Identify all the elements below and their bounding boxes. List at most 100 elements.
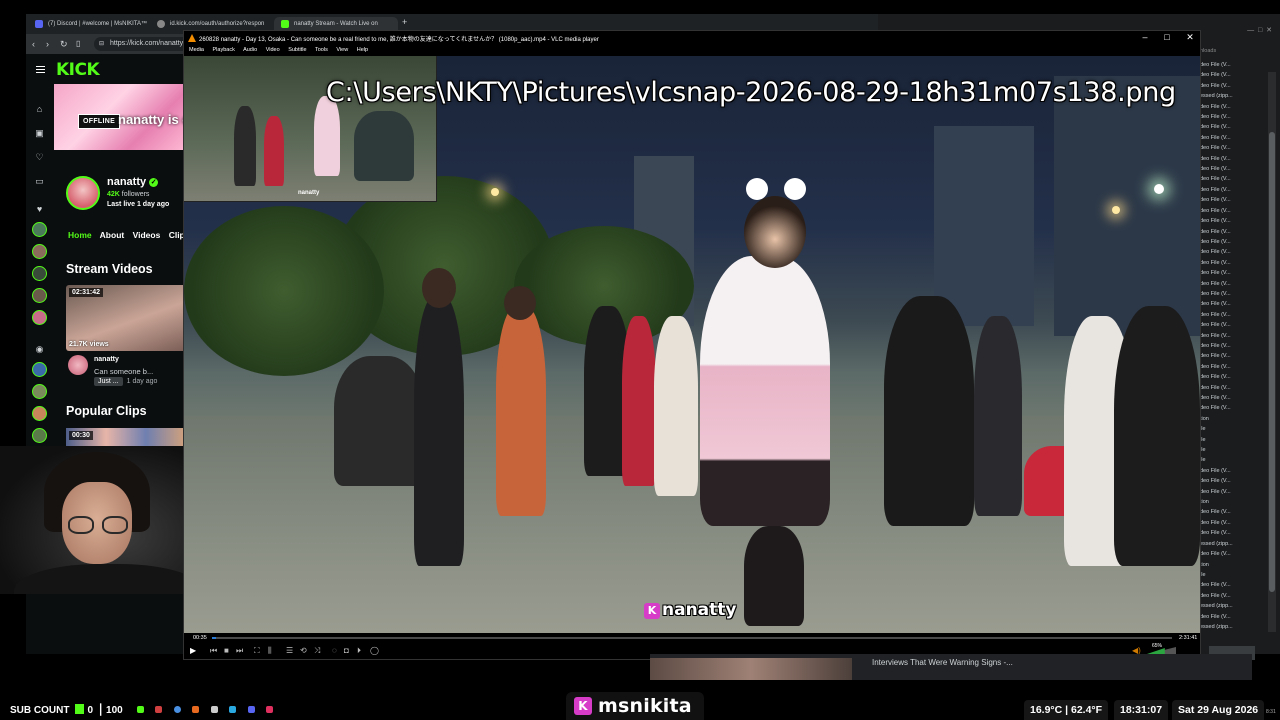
stop-icon[interactable]: ■ xyxy=(224,646,229,656)
video-frame[interactable]: nanatty C:\Users\NKTY\Pictures\vlcsnap-2… xyxy=(184,56,1200,633)
ab-loop-icon[interactable]: ◌ xyxy=(332,646,337,656)
tab-about[interactable]: About xyxy=(100,230,125,240)
file-type-item[interactable]: deo File (V... xyxy=(1200,612,1260,622)
home-icon[interactable]: ⌂ xyxy=(34,104,45,115)
file-type-item[interactable]: deo File (V... xyxy=(1200,133,1260,143)
file-type-item[interactable]: deo File (V... xyxy=(1200,81,1260,91)
menu-audio[interactable]: Audio xyxy=(243,47,257,53)
video-channel[interactable]: nanatty xyxy=(94,356,119,363)
tab-discord[interactable]: (7) Discord | #welcome | MsNIKITA™ xyxy=(28,17,148,31)
file-type-item[interactable]: deo File (V... xyxy=(1200,476,1260,486)
file-type-item[interactable]: deo File (V... xyxy=(1200,164,1260,174)
file-type-item[interactable]: deo File (V... xyxy=(1200,70,1260,80)
file-type-item[interactable]: deo File (V... xyxy=(1200,279,1260,289)
store-icon[interactable]: ▭ xyxy=(34,176,45,187)
file-type-item[interactable]: deo File (V... xyxy=(1200,206,1260,216)
file-type-item[interactable]: deo File (V... xyxy=(1200,60,1260,70)
file-type-item[interactable]: ile xyxy=(1200,570,1260,580)
file-type-item[interactable]: deo File (V... xyxy=(1200,258,1260,268)
tab-home[interactable]: Home xyxy=(68,230,92,240)
recommended-channel-avatar[interactable] xyxy=(32,428,47,443)
file-type-item[interactable]: deo File (V... xyxy=(1200,310,1260,320)
recommended-channel-avatar[interactable] xyxy=(32,362,47,377)
file-type-item[interactable]: deo File (V... xyxy=(1200,289,1260,299)
file-type-item[interactable]: deo File (V... xyxy=(1200,580,1260,590)
file-type-item[interactable]: essed (zipp... xyxy=(1200,622,1260,632)
tab-kick-nanatty[interactable]: nanatty Stream - Watch Live on xyxy=(274,17,398,31)
taskbar-app-icon[interactable] xyxy=(174,706,181,713)
file-type-item[interactable]: deo File (V... xyxy=(1200,174,1260,184)
file-type-item[interactable]: deo File (V... xyxy=(1200,351,1260,361)
seek-track[interactable] xyxy=(212,637,1172,639)
file-type-item[interactable]: essed (zipp... xyxy=(1200,91,1260,101)
menu-icon[interactable] xyxy=(36,66,45,73)
file-type-item[interactable]: deo File (V... xyxy=(1200,143,1260,153)
file-type-item[interactable]: deo File (V... xyxy=(1200,122,1260,132)
previous-icon[interactable]: ⏮ xyxy=(210,646,217,656)
file-type-item[interactable]: deo File (V... xyxy=(1200,102,1260,112)
file-type-item[interactable]: deo File (V... xyxy=(1200,299,1260,309)
followed-channel-avatar[interactable] xyxy=(32,266,47,281)
taskbar-app-icon[interactable] xyxy=(192,706,199,713)
forward-icon[interactable]: › xyxy=(46,39,49,49)
file-type-item[interactable]: deo File (V... xyxy=(1200,487,1260,497)
video-title[interactable]: Can someone b... xyxy=(94,367,153,376)
file-type-item[interactable]: deo File (V... xyxy=(1200,518,1260,528)
browse-icon[interactable]: ▣ xyxy=(34,128,45,139)
file-type-item[interactable]: deo File (V... xyxy=(1200,362,1260,372)
file-type-item[interactable]: deo File (V... xyxy=(1200,112,1260,122)
file-type-item[interactable]: ile xyxy=(1200,445,1260,455)
file-type-item[interactable]: deo File (V... xyxy=(1200,154,1260,164)
taskbar-app-icon[interactable] xyxy=(211,706,218,713)
file-type-item[interactable]: tion xyxy=(1200,414,1260,424)
taskbar-app-icon[interactable] xyxy=(155,706,162,713)
file-type-item[interactable]: deo File (V... xyxy=(1200,227,1260,237)
menu-help[interactable]: Help xyxy=(357,47,368,53)
bookmark-icon[interactable]: ▯ xyxy=(76,39,80,49)
file-type-item[interactable]: deo File (V... xyxy=(1200,591,1260,601)
file-type-item[interactable]: ile xyxy=(1200,455,1260,465)
loop-icon[interactable]: ⟲ xyxy=(300,646,307,656)
fullscreen-icon[interactable]: ⛶ xyxy=(254,646,260,656)
maximize-icon[interactable]: □ xyxy=(1160,32,1174,42)
menu-tools[interactable]: Tools xyxy=(315,47,328,53)
file-type-item[interactable]: ile xyxy=(1200,424,1260,434)
tab-videos[interactable]: Videos xyxy=(133,230,161,240)
file-type-item[interactable]: deo File (V... xyxy=(1200,195,1260,205)
window-controls[interactable]: — □ ✕ xyxy=(1247,26,1272,34)
file-type-item[interactable]: deo File (V... xyxy=(1200,528,1260,538)
frame-step-icon[interactable]: ⏵ xyxy=(357,646,361,656)
file-type-item[interactable]: deo File (V... xyxy=(1200,247,1260,257)
followed-channel-avatar[interactable] xyxy=(32,310,47,325)
menu-video[interactable]: Video xyxy=(266,47,280,53)
scroll-thumb[interactable] xyxy=(1269,132,1275,592)
record-icon[interactable]: ◯ xyxy=(370,646,379,656)
file-type-item[interactable]: deo File (V... xyxy=(1200,216,1260,226)
recommended-video-title[interactable]: Interviews That Were Warning Signs -... xyxy=(872,658,1013,667)
playlist-icon[interactable]: ☰ xyxy=(286,646,293,656)
video-thumbnail[interactable]: 02:31:42 21.7K views xyxy=(66,285,186,351)
explorer-scrollbar[interactable] xyxy=(1268,72,1276,632)
menu-media[interactable]: Media xyxy=(189,47,204,53)
kick-logo[interactable]: KICK xyxy=(56,60,100,80)
play-icon[interactable]: ▶ xyxy=(190,646,196,656)
file-type-item[interactable]: essed (zipp... xyxy=(1200,601,1260,611)
file-type-item[interactable]: tion xyxy=(1200,560,1260,570)
video-thumbnail[interactable] xyxy=(650,658,852,680)
recommended-channel-avatar[interactable] xyxy=(32,406,47,421)
video-channel-avatar[interactable] xyxy=(68,355,88,375)
file-type-item[interactable]: deo File (V... xyxy=(1200,185,1260,195)
file-type-item[interactable]: deo File (V... xyxy=(1200,403,1260,413)
following-icon[interactable]: ♡ xyxy=(34,152,45,163)
taskbar-app-icon[interactable] xyxy=(229,706,236,713)
file-type-item[interactable]: deo File (V... xyxy=(1200,393,1260,403)
close-icon[interactable]: ✕ xyxy=(1183,32,1197,43)
file-type-item[interactable]: tion xyxy=(1200,497,1260,507)
taskbar-app-icon[interactable] xyxy=(137,706,144,713)
menu-view[interactable]: View xyxy=(336,47,348,53)
file-type-item[interactable]: deo File (V... xyxy=(1200,320,1260,330)
extended-settings-icon[interactable]: ⫼ xyxy=(268,646,272,656)
file-type-item[interactable]: deo File (V... xyxy=(1200,341,1260,351)
site-info-icon[interactable]: ⊟ xyxy=(99,40,104,47)
followed-channel-avatar[interactable] xyxy=(32,288,47,303)
